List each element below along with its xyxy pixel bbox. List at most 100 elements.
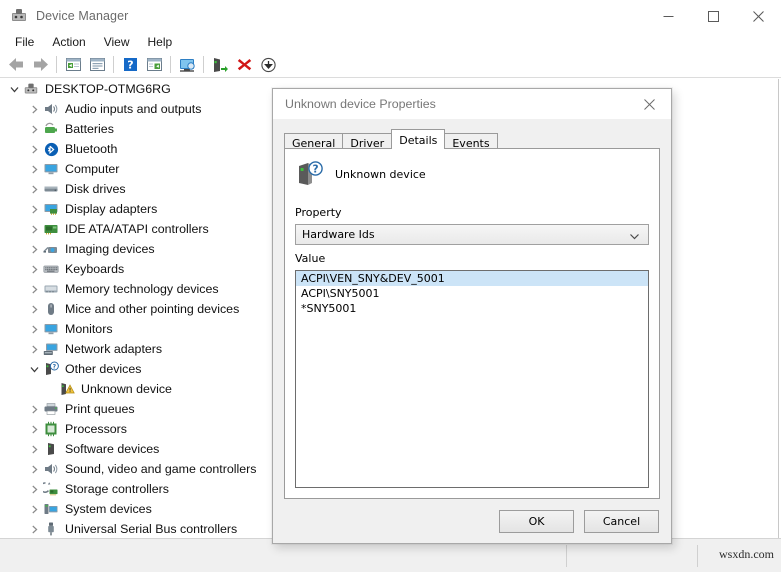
storage-controller-icon: [42, 480, 60, 498]
dialog-title-bar: Unknown device Properties: [273, 89, 671, 119]
monitor-icon: [42, 160, 60, 178]
chevron-right-icon[interactable]: [26, 459, 42, 479]
toolbar-separator: [203, 56, 204, 73]
value-row[interactable]: *SNY5001: [296, 301, 648, 316]
tree-item-label: Storage controllers: [65, 482, 169, 496]
uninstall-device-icon[interactable]: [232, 54, 256, 76]
show-hide-console-tree-icon[interactable]: [85, 54, 109, 76]
bluetooth-icon: [42, 140, 60, 158]
chevron-right-icon[interactable]: [26, 179, 42, 199]
tree-item-label: Other devices: [65, 362, 142, 376]
usb-controller-icon: [42, 520, 60, 538]
tree-item-label: Display adapters: [65, 202, 158, 216]
unknown-device-warning-icon: [58, 380, 76, 398]
tree-item-label: Keyboards: [65, 262, 125, 276]
menu-view[interactable]: View: [95, 33, 139, 51]
update-driver-icon[interactable]: [175, 54, 199, 76]
unknown-device-properties-dialog: Unknown device Properties General Driver…: [272, 88, 672, 544]
dialog-body: General Driver Details Events ? Unknown …: [273, 119, 671, 543]
chevron-right-icon[interactable]: [26, 499, 42, 519]
mouse-icon: [42, 300, 60, 318]
tab-events[interactable]: Events: [444, 133, 498, 150]
tree-item-label: Universal Serial Bus controllers: [65, 522, 238, 536]
title-bar: Device Manager: [0, 0, 781, 32]
status-bar-cell-middle: [567, 545, 698, 567]
ide-controller-icon: [42, 220, 60, 238]
chevron-right-icon[interactable]: [26, 199, 42, 219]
forward-icon[interactable]: [28, 54, 52, 76]
back-icon[interactable]: [4, 54, 28, 76]
close-button[interactable]: [736, 0, 781, 32]
chevron-right-icon[interactable]: [26, 479, 42, 499]
device-manager-window: Device Manager File Action View Help ? D…: [0, 0, 781, 572]
device-manager-icon: [10, 7, 28, 25]
help-icon[interactable]: ?: [118, 54, 142, 76]
speaker-icon: [42, 100, 60, 118]
chevron-down-icon[interactable]: [6, 79, 22, 99]
details-tab-page: ? Unknown device Property Hardware Ids V…: [284, 148, 660, 499]
computer-node-icon: [22, 80, 40, 98]
chevron-right-icon[interactable]: [26, 519, 42, 538]
tree-item-label: Computer: [65, 162, 120, 176]
tree-item-label: Unknown device: [81, 382, 172, 396]
disable-device-icon[interactable]: [256, 54, 280, 76]
chevron-right-icon[interactable]: [26, 439, 42, 459]
property-dropdown[interactable]: Hardware Ids: [295, 224, 649, 245]
tab-driver[interactable]: Driver: [342, 133, 393, 150]
tree-item-label: Processors: [65, 422, 127, 436]
chevron-right-icon[interactable]: [26, 319, 42, 339]
properties-icon[interactable]: [61, 54, 85, 76]
ok-button[interactable]: OK: [499, 510, 574, 533]
minimize-button[interactable]: [646, 0, 691, 32]
tab-details[interactable]: Details: [391, 129, 446, 149]
toolbar-separator: [113, 56, 114, 73]
chevron-right-icon[interactable]: [26, 339, 42, 359]
chevron-right-icon[interactable]: [26, 259, 42, 279]
tree-item-label: System devices: [65, 502, 152, 516]
property-selected-value: Hardware Ids: [302, 228, 375, 241]
value-label: Value: [295, 252, 326, 265]
tree-item-label: Memory technology devices: [65, 282, 219, 296]
menu-bar: File Action View Help: [0, 32, 781, 52]
sound-controller-icon: [42, 460, 60, 478]
toolbar-separator: [56, 56, 57, 73]
tree-item-label: IDE ATA/ATAPI controllers: [65, 222, 209, 236]
chevron-down-icon[interactable]: [629, 229, 640, 247]
unknown-device-question-icon: ?: [295, 159, 325, 189]
scan-for-hardware-changes-icon[interactable]: [142, 54, 166, 76]
software-device-icon: [42, 440, 60, 458]
enable-device-icon[interactable]: [208, 54, 232, 76]
dialog-tab-strip: General Driver Details Events: [284, 129, 498, 150]
value-row-selected[interactable]: ACPI\VEN_SNY&DEV_5001: [296, 271, 648, 286]
chevron-right-icon[interactable]: [26, 219, 42, 239]
menu-help[interactable]: Help: [139, 33, 182, 51]
chevron-right-icon[interactable]: [26, 239, 42, 259]
chevron-right-icon[interactable]: [26, 279, 42, 299]
watermark: wsxdn.com: [719, 547, 774, 561]
chevron-right-icon[interactable]: [26, 139, 42, 159]
other-devices-icon: ?: [42, 360, 60, 378]
tree-item-label: Mice and other pointing devices: [65, 302, 240, 316]
menu-file[interactable]: File: [6, 33, 43, 51]
chevron-right-icon[interactable]: [26, 159, 42, 179]
value-listbox[interactable]: ACPI\VEN_SNY&DEV_5001 ACPI\SNY5001 *SNY5…: [295, 270, 649, 488]
chevron-right-icon[interactable]: [26, 119, 42, 139]
chevron-right-icon[interactable]: [26, 99, 42, 119]
memory-device-icon: [42, 280, 60, 298]
svg-text:?: ?: [127, 59, 133, 72]
chevron-right-icon[interactable]: [26, 299, 42, 319]
cancel-button[interactable]: Cancel: [584, 510, 659, 533]
chevron-right-icon[interactable]: [26, 399, 42, 419]
chevron-right-icon[interactable]: [26, 419, 42, 439]
tab-general[interactable]: General: [284, 133, 344, 150]
display-adapter-icon: [42, 200, 60, 218]
dialog-close-button[interactable]: [627, 89, 671, 119]
tree-item-label: Monitors: [65, 322, 113, 336]
tree-item-label: Imaging devices: [65, 242, 155, 256]
maximize-button[interactable]: [691, 0, 736, 32]
menu-action[interactable]: Action: [43, 33, 94, 51]
chevron-down-icon[interactable]: [26, 359, 42, 379]
value-row[interactable]: ACPI\SNY5001: [296, 286, 648, 301]
imaging-device-icon: [42, 240, 60, 258]
tree-root-label: DESKTOP-OTMG6RG: [45, 82, 171, 96]
